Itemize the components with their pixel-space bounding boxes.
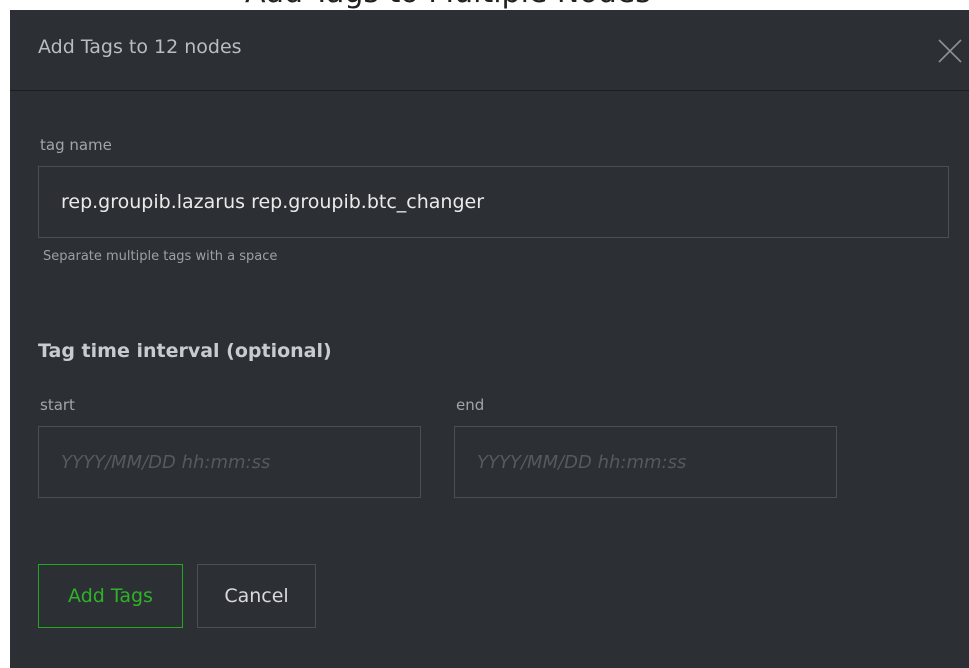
tag-help-text: Separate multiple tags with a space bbox=[43, 249, 278, 264]
dialog-title: Add Tags to 12 nodes bbox=[38, 36, 242, 58]
cancel-button[interactable]: Cancel bbox=[197, 564, 316, 628]
end-label: end bbox=[456, 396, 485, 414]
add-tags-button[interactable]: Add Tags bbox=[38, 564, 183, 628]
end-date-input[interactable] bbox=[454, 426, 837, 498]
background-title: Add Tags to Multiple Nodes bbox=[245, 0, 651, 8]
add-tags-dialog: Add Tags to 12 nodes tag name Separate m… bbox=[10, 10, 969, 668]
background-title-strip: Add Tags to Multiple Nodes bbox=[0, 0, 969, 10]
tag-name-label: tag name bbox=[40, 136, 112, 154]
close-icon bbox=[938, 39, 962, 63]
start-label: start bbox=[40, 396, 75, 414]
interval-heading: Tag time interval (optional) bbox=[38, 340, 332, 362]
dialog-header: Add Tags to 12 nodes bbox=[10, 10, 969, 91]
tag-name-input[interactable] bbox=[38, 166, 949, 238]
close-button[interactable] bbox=[935, 36, 965, 66]
start-date-input[interactable] bbox=[38, 426, 421, 498]
